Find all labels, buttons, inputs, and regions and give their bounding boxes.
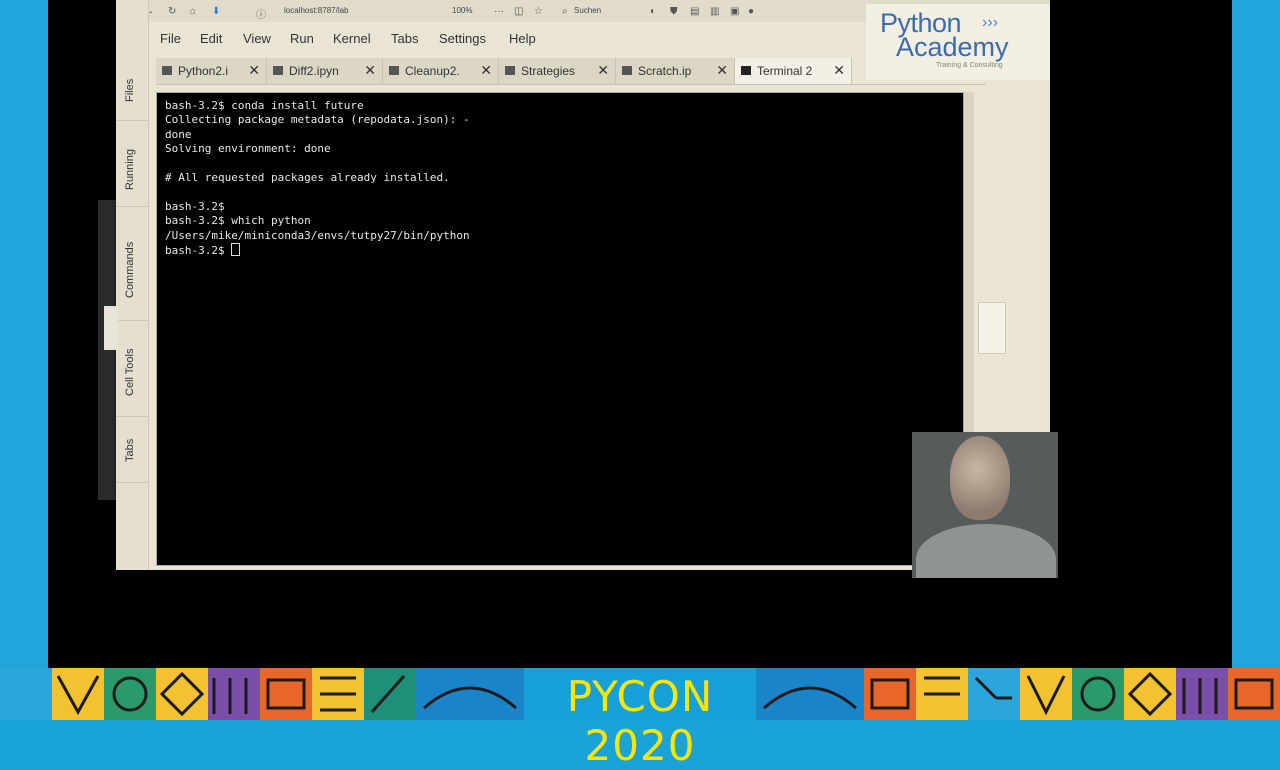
sidebar-tab-tabs[interactable]: Tabs xyxy=(116,420,148,480)
tab-strategies[interactable]: Strategies ✕ xyxy=(499,58,616,84)
close-icon[interactable]: ✕ xyxy=(597,62,609,79)
reload-icon[interactable]: ↻ xyxy=(168,6,176,17)
close-icon[interactable]: ✕ xyxy=(716,62,728,79)
notebook-icon xyxy=(389,66,399,75)
terminal-panel[interactable]: bash-3.2$ conda install future Collectin… xyxy=(156,92,964,566)
sidebar-icon[interactable]: ▣ xyxy=(730,6,739,17)
tab-bar: Python2.i ✕ Diff2.ipyn ✕ Cleanup2. ✕ Str… xyxy=(156,58,986,85)
side-panel-left xyxy=(104,306,118,350)
notebook-icon xyxy=(622,66,632,75)
side-panel-right xyxy=(978,302,1006,354)
tab-cleanup2[interactable]: Cleanup2. ✕ xyxy=(383,58,499,84)
menu-kernel[interactable]: Kernel xyxy=(333,31,371,46)
chevron-icon: ››› xyxy=(982,14,998,31)
bookmark-icon[interactable]: ☆ xyxy=(534,6,543,17)
menu-edit[interactable]: Edit xyxy=(200,31,222,46)
sidebar-tab-files[interactable]: Files xyxy=(116,66,148,118)
sidebar-tab-cell-tools[interactable]: Cell Tools xyxy=(116,324,148,414)
room-background-left xyxy=(98,200,118,500)
library-icon[interactable]: ▥ xyxy=(710,6,719,17)
zoom-level[interactable]: 100% xyxy=(452,6,472,15)
menu-settings[interactable]: Settings xyxy=(439,31,486,46)
left-border xyxy=(0,0,48,668)
python-academy-logo: Python ››› Academy Training & Consulting xyxy=(866,4,1050,80)
menu-tabs[interactable]: Tabs xyxy=(391,31,418,46)
close-icon[interactable]: ✕ xyxy=(480,62,492,79)
presenter-webcam xyxy=(912,432,1058,578)
sidebar-tab-running[interactable]: Running xyxy=(116,124,148,204)
close-icon[interactable]: ✕ xyxy=(364,62,376,79)
notebook-icon xyxy=(273,66,283,75)
home-icon[interactable]: ⌂ xyxy=(190,6,196,17)
menu-run[interactable]: Run xyxy=(290,31,314,46)
terminal-cursor xyxy=(231,243,241,257)
terminal-output: bash-3.2$ conda install future Collectin… xyxy=(165,99,470,258)
more-icon[interactable]: ··· xyxy=(494,6,504,17)
notebook-icon xyxy=(505,66,515,75)
browser-window: ← → ↻ ⌂ ⬇ ⓘ localhost:8787/lab 100% ··· … xyxy=(116,0,1050,570)
tab-diff2[interactable]: Diff2.ipyn ✕ xyxy=(267,58,383,84)
sidebar-divider xyxy=(116,482,148,483)
account-icon[interactable]: ● xyxy=(748,6,754,17)
menu-view[interactable]: View xyxy=(243,31,271,46)
url-text[interactable]: localhost:8787/lab xyxy=(284,6,349,15)
search-icon: ⌕ xyxy=(562,6,568,17)
logo-subtitle: Training & Consulting xyxy=(936,62,1003,69)
reader-icon[interactable]: ▤ xyxy=(690,6,699,17)
tab-python2[interactable]: Python2.i ✕ xyxy=(156,58,267,84)
pocket-icon[interactable]: ◫ xyxy=(514,6,523,17)
tab-scratch[interactable]: Scratch.ip ✕ xyxy=(616,58,735,84)
pycon-title: PYCON 2020 xyxy=(566,672,714,770)
search-input[interactable]: Suchen xyxy=(574,6,601,15)
presenter-head xyxy=(950,436,1010,520)
sidebar-divider xyxy=(116,320,148,321)
presenter-shoulders xyxy=(916,524,1056,578)
menu-file[interactable]: File xyxy=(160,31,181,46)
notebook-icon xyxy=(162,66,172,75)
extension-icon[interactable]: ◐ xyxy=(650,6,656,17)
pycon-logo: PYCON 2020 xyxy=(524,668,756,770)
download-icon[interactable]: ⬇ xyxy=(212,6,220,17)
tab-terminal[interactable]: Terminal 2 ✕ xyxy=(735,58,852,84)
sidebar-divider xyxy=(116,206,148,207)
close-icon[interactable]: ✕ xyxy=(248,62,260,79)
sidebar-divider xyxy=(116,120,148,121)
close-icon[interactable]: ✕ xyxy=(833,62,845,79)
left-sidebar: Files Running Commands Cell Tools Tabs xyxy=(116,0,149,570)
info-icon[interactable]: ⓘ xyxy=(256,6,266,21)
shield-icon[interactable]: ⛊ xyxy=(670,6,678,17)
logo-line2: Academy xyxy=(896,32,1009,62)
terminal-icon xyxy=(741,66,751,75)
sidebar-tab-commands[interactable]: Commands xyxy=(116,210,148,316)
right-border xyxy=(1232,0,1280,668)
sidebar-divider xyxy=(116,416,148,417)
menu-help[interactable]: Help xyxy=(509,31,536,46)
